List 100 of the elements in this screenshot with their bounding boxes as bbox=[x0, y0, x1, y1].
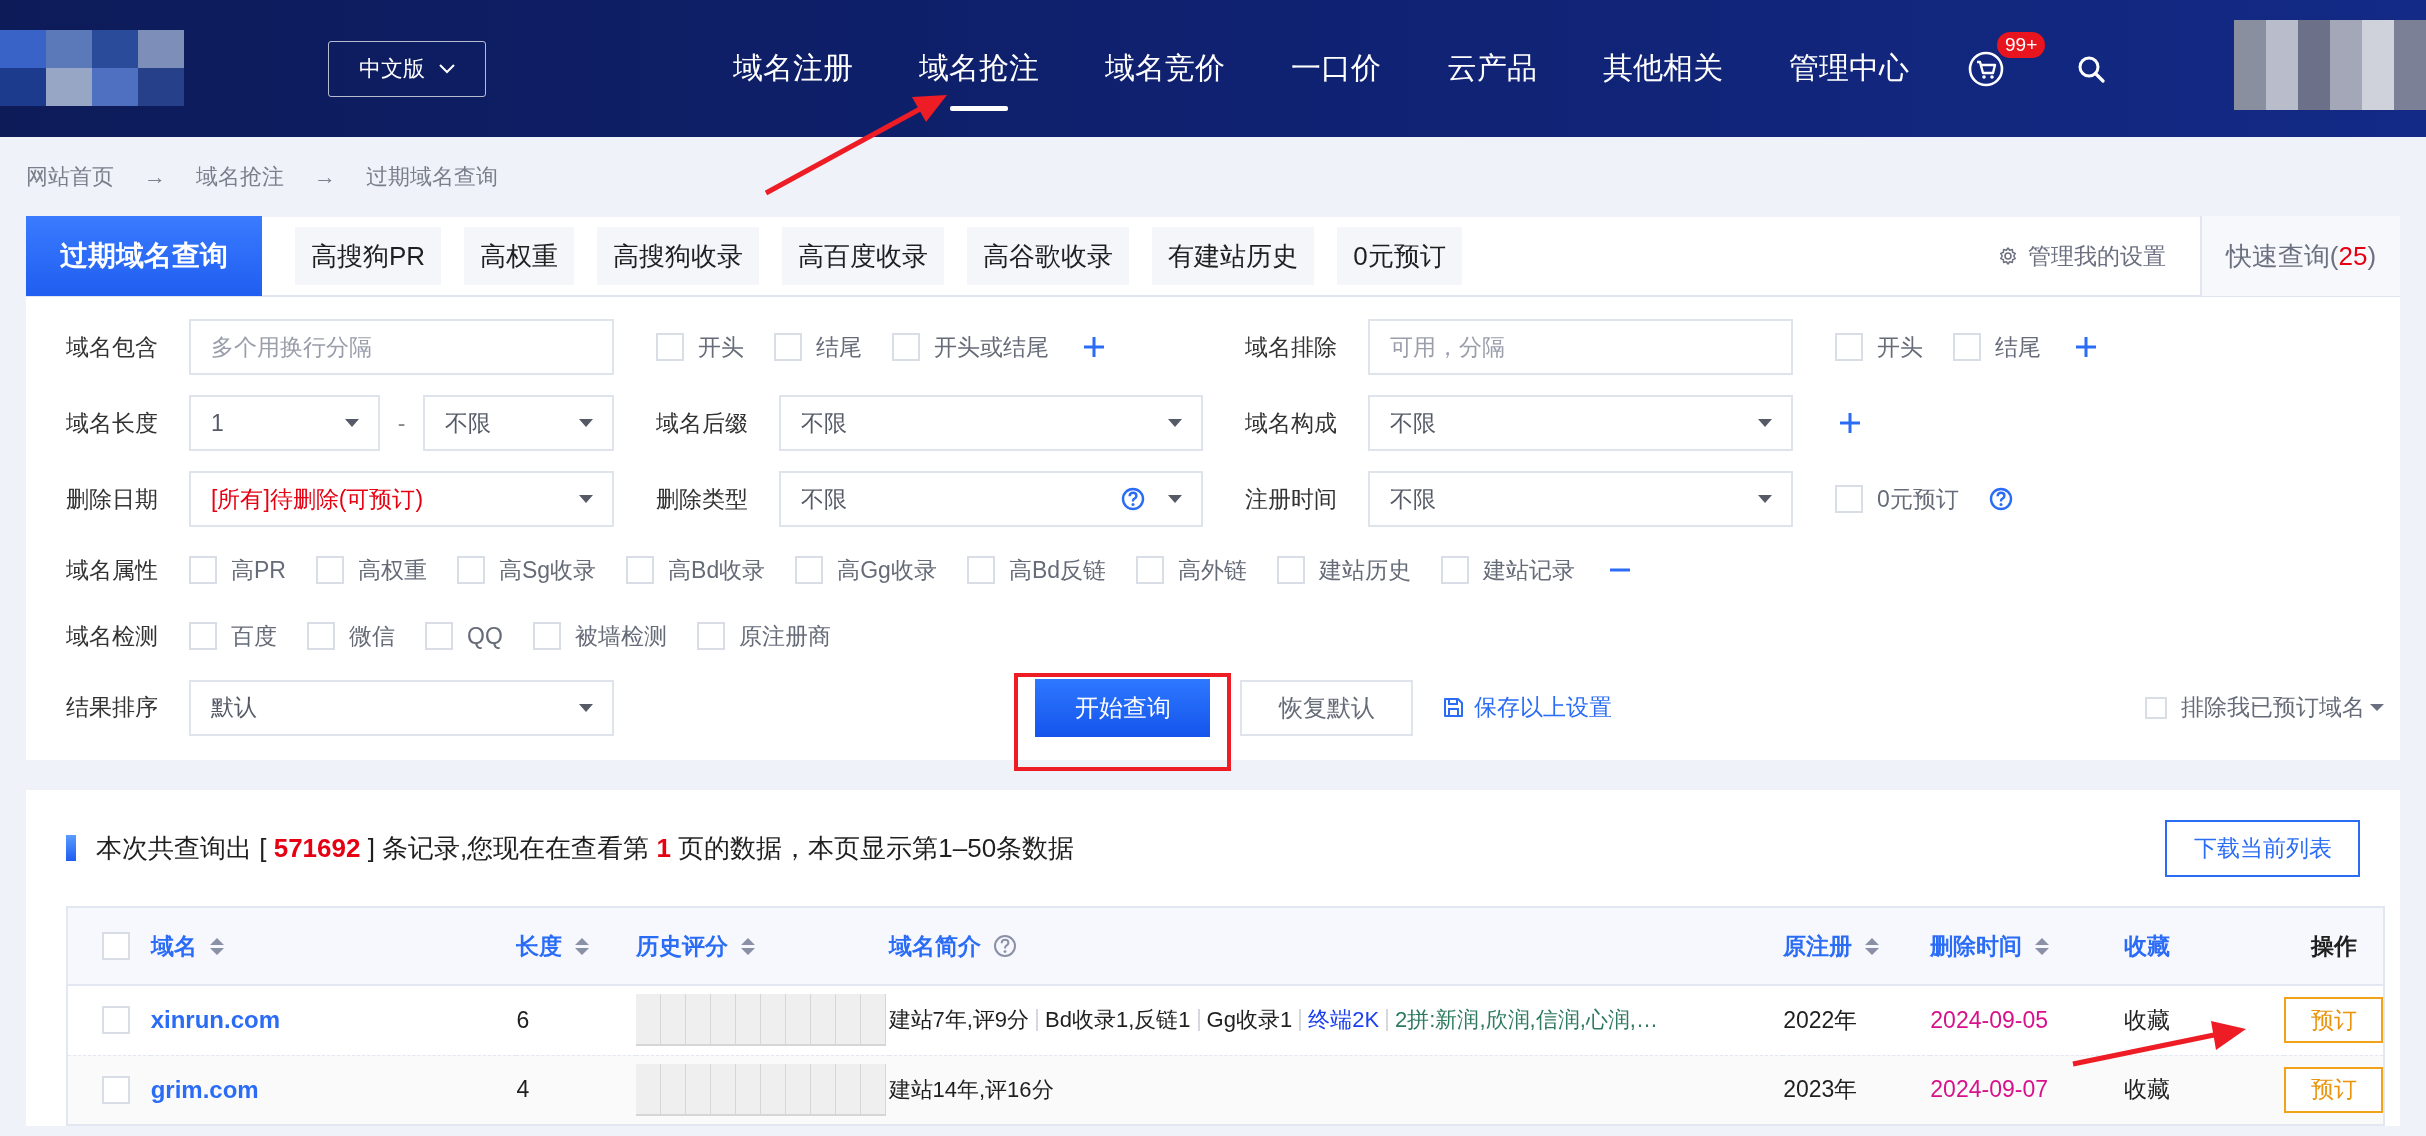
nav-link[interactable]: 域名抢注 bbox=[919, 0, 1039, 137]
checkbox[interactable] bbox=[795, 556, 824, 584]
dropdown-field[interactable]: 不限 bbox=[1368, 471, 1793, 527]
sort-icon[interactable] bbox=[208, 937, 225, 955]
score-bar bbox=[735, 994, 760, 1045]
checkbox[interactable] bbox=[626, 556, 655, 584]
plus-icon[interactable] bbox=[1083, 336, 1105, 358]
field-label: 注册时间 bbox=[1245, 484, 1338, 514]
minus-icon[interactable] bbox=[1609, 567, 1632, 573]
checkbox[interactable] bbox=[966, 556, 995, 584]
search-button[interactable]: 开始查询 bbox=[1035, 678, 1210, 737]
tab[interactable]: 高搜狗PR bbox=[295, 227, 442, 285]
breadcrumb-link[interactable]: 过期域名查询 bbox=[366, 162, 498, 192]
quick-query-tab[interactable]: 快速查询(25) bbox=[2200, 216, 2400, 296]
checkbox[interactable] bbox=[656, 333, 684, 361]
tab[interactable]: 高权重 bbox=[464, 227, 575, 285]
input-field[interactable]: 多个用换行分隔 bbox=[189, 319, 614, 375]
nav-link[interactable]: 其他相关 bbox=[1603, 0, 1723, 137]
checkbox-label: 结尾 bbox=[1995, 332, 2041, 362]
dropdown-field[interactable]: 不限 bbox=[779, 395, 1203, 451]
domain-link[interactable]: grim.com bbox=[150, 1075, 259, 1103]
help-icon[interactable] bbox=[992, 934, 1017, 958]
score-bar bbox=[710, 994, 735, 1045]
search-icon[interactable] bbox=[2077, 54, 2105, 83]
column-header[interactable]: 长度 bbox=[516, 930, 563, 962]
cart-icon[interactable] bbox=[1967, 49, 2005, 88]
dropdown-field[interactable]: 1 bbox=[189, 395, 380, 451]
checkbox[interactable] bbox=[102, 1006, 130, 1035]
score-bar bbox=[685, 994, 710, 1045]
intro-text: 建站14年,评16分 bbox=[888, 1075, 1054, 1104]
help-icon[interactable] bbox=[1121, 487, 1145, 511]
dropdown-field[interactable]: 不限 bbox=[778, 471, 1203, 527]
download-button[interactable]: 下载当前列表 bbox=[2165, 819, 2360, 877]
checkbox[interactable] bbox=[696, 622, 725, 650]
column-header[interactable]: 历史评分 bbox=[635, 930, 728, 962]
table-cell: 2024-09-05 bbox=[1930, 1006, 2048, 1033]
nav-link[interactable]: 域名注册 bbox=[733, 0, 853, 137]
score-bar bbox=[835, 994, 860, 1045]
checkbox[interactable] bbox=[456, 556, 485, 584]
checkbox[interactable] bbox=[774, 333, 802, 361]
dropdown-field[interactable]: 默认 bbox=[189, 679, 614, 736]
checkbox-label: 高Gg收录 bbox=[837, 555, 937, 585]
score-bar bbox=[735, 1063, 760, 1114]
dropdown-field[interactable]: [所有]待删除(可预订) bbox=[189, 471, 614, 527]
favorite-link[interactable]: 收藏 bbox=[2124, 1006, 2170, 1033]
checkbox[interactable] bbox=[425, 622, 453, 650]
checkbox[interactable] bbox=[307, 622, 335, 650]
tab[interactable]: 过期域名查询 bbox=[26, 216, 262, 296]
sort-icon[interactable] bbox=[574, 937, 591, 955]
column-header[interactable]: 删除时间 bbox=[1930, 930, 2023, 962]
plus-icon[interactable] bbox=[2075, 336, 2097, 358]
checkbox[interactable] bbox=[189, 622, 217, 650]
dropdown-field[interactable]: 不限 bbox=[1368, 395, 1793, 451]
checkbox[interactable] bbox=[2145, 696, 2167, 719]
column-header[interactable]: 原注册 bbox=[1783, 930, 1853, 962]
dropdown-field[interactable]: 不限 bbox=[423, 395, 614, 451]
domain-link[interactable]: xinrun.com bbox=[150, 1006, 280, 1034]
table-cell: 2024-09-07 bbox=[1930, 1076, 2048, 1103]
field-label: 删除日期 bbox=[66, 484, 159, 514]
sort-icon[interactable] bbox=[1864, 937, 1881, 955]
settings-link[interactable]: 管理我的设置 bbox=[1998, 240, 2166, 272]
checkbox[interactable] bbox=[1136, 556, 1165, 584]
checkbox[interactable] bbox=[1277, 556, 1306, 584]
help-icon[interactable] bbox=[1988, 487, 2013, 511]
breadcrumb-separator: → bbox=[314, 164, 336, 190]
tab[interactable]: 高谷歌收录 bbox=[967, 227, 1130, 285]
checkbox[interactable] bbox=[532, 622, 561, 650]
checkbox[interactable] bbox=[102, 1075, 130, 1104]
nav-link[interactable]: 管理中心 bbox=[1789, 0, 1909, 137]
input-field[interactable]: 可用，分隔 bbox=[1368, 319, 1793, 375]
plus-icon[interactable] bbox=[1839, 412, 1861, 434]
tab[interactable]: 高搜狗收录 bbox=[597, 227, 760, 285]
checkbox[interactable] bbox=[892, 333, 920, 361]
language-button[interactable]: 中文版 bbox=[328, 40, 486, 97]
score-bar bbox=[635, 1063, 660, 1114]
nav-link[interactable]: 一口价 bbox=[1291, 0, 1381, 137]
column-header[interactable]: 域名 bbox=[150, 930, 197, 962]
checkbox[interactable] bbox=[1953, 333, 1981, 361]
tab[interactable]: 有建站历史 bbox=[1152, 227, 1315, 285]
favorite-link[interactable]: 收藏 bbox=[2124, 1076, 2170, 1103]
checkbox[interactable] bbox=[189, 556, 217, 584]
checkbox[interactable] bbox=[1441, 556, 1470, 584]
tab[interactable]: 高百度收录 bbox=[782, 227, 945, 285]
save-link[interactable]: 保存以上设置 bbox=[1443, 692, 1612, 723]
nav-link[interactable]: 云产品 bbox=[1447, 0, 1537, 137]
breadcrumb-link[interactable]: 域名抢注 bbox=[196, 162, 284, 192]
breadcrumb-link[interactable]: 网站首页 bbox=[26, 162, 114, 192]
table-cell: 6 bbox=[516, 1006, 530, 1033]
reset-button[interactable]: 恢复默认 bbox=[1240, 679, 1413, 736]
checkbox[interactable] bbox=[1835, 485, 1863, 513]
checkbox[interactable] bbox=[1835, 333, 1863, 361]
score-bar bbox=[860, 994, 885, 1045]
sort-icon[interactable] bbox=[739, 937, 756, 955]
score-bar bbox=[760, 994, 785, 1045]
sort-icon[interactable] bbox=[2034, 937, 2051, 955]
checkbox[interactable] bbox=[315, 556, 344, 584]
checkbox-label: 开头 bbox=[698, 332, 744, 362]
checkbox[interactable] bbox=[102, 932, 130, 960]
nav-link[interactable]: 域名竞价 bbox=[1105, 0, 1225, 137]
tab[interactable]: 0元预订 bbox=[1337, 227, 1462, 285]
